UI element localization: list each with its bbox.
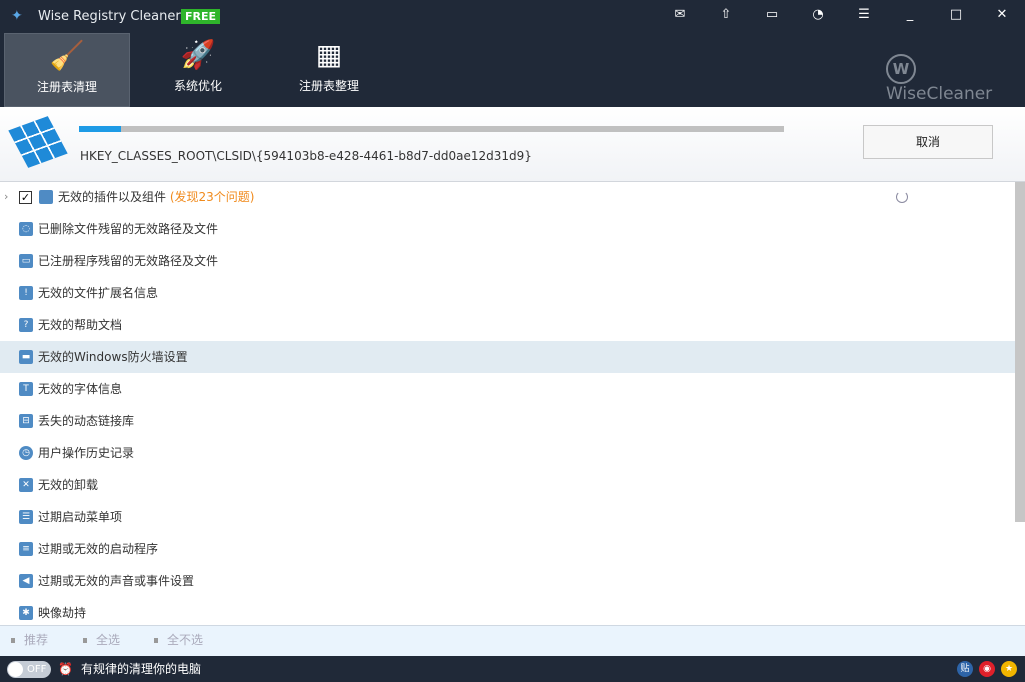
list-item[interactable]: › ✓ 无效的插件以及组件 (发现23个问题) [0, 181, 1015, 213]
action-bar: 推荐 全选 全不选 [0, 625, 1025, 656]
list-item-label: 过期或无效的声音或事件设置 [38, 574, 195, 588]
expand-icon[interactable]: › [4, 181, 8, 213]
bullet-icon [11, 638, 15, 643]
list-item[interactable]: ✕ 无效的卸载 [0, 469, 1015, 501]
list-item-label: 用户操作历史记录 [38, 446, 135, 460]
list-item[interactable]: ◀ 过期或无效的声音或事件设置 [0, 565, 1015, 597]
deleted-file-icon: ◌ [19, 222, 33, 236]
scrollbar[interactable] [1015, 182, 1025, 522]
feedback-icon[interactable]: ▭ [757, 4, 787, 26]
scan-panel: HKEY_CLASSES_ROOT\CLSID\{594103b8-e428-4… [0, 107, 1025, 182]
select-none-link[interactable]: 全不选 [167, 626, 203, 654]
list-item-label: 无效的帮助文档 [38, 318, 123, 332]
current-path: HKEY_CLASSES_ROOT\CLSID\{594103b8-e428-4… [80, 149, 532, 163]
skin-icon[interactable]: ◔ [803, 4, 833, 26]
startup-icon: ≡ [19, 542, 33, 556]
free-badge: FREE [181, 9, 221, 24]
close-icon[interactable]: ✕ [987, 4, 1017, 26]
recommend-link[interactable]: 推荐 [24, 626, 48, 654]
status-bar: OFF ⏰ 有规律的清理你的电脑 贴 ◉ ★ [0, 656, 1025, 682]
list-item-label: 无效的文件扩展名信息 [38, 286, 159, 300]
dll-icon: ⊟ [19, 414, 33, 428]
rocket-icon: 🚀 [180, 38, 216, 71]
bullet-icon [154, 638, 158, 643]
list-item-label: 无效的Windows防火墙设置 [38, 350, 188, 364]
star-icon[interactable]: ★ [1001, 661, 1017, 677]
checkbox[interactable]: ✓ [19, 191, 32, 204]
uninstall-icon: ✕ [19, 478, 33, 492]
list-item[interactable]: ◷ 用户操作历史记录 [0, 437, 1015, 469]
font-icon: T [19, 382, 33, 396]
tieba-icon[interactable]: 贴 [957, 661, 973, 677]
file-extension-icon: ! [19, 286, 33, 300]
list-item-label: 过期启动菜单项 [38, 510, 123, 524]
scan-progress-bar [79, 126, 784, 132]
tab-system-optimize[interactable]: 🚀 系统优化 [135, 33, 261, 107]
list-item[interactable]: ! 无效的文件扩展名信息 [0, 277, 1015, 309]
list-item[interactable]: T 无效的字体信息 [0, 373, 1015, 405]
schedule-toggle[interactable]: OFF [7, 661, 51, 678]
help-file-icon: ? [19, 318, 33, 332]
list-item-label: 无效的字体信息 [38, 382, 123, 396]
list-item[interactable]: ✱ 映像劫持 [0, 597, 1015, 625]
select-all-link[interactable]: 全选 [96, 626, 120, 654]
defrag-icon: ▦ [315, 38, 343, 71]
app-title: Wise Registry Cleaner X [38, 9, 194, 24]
progress-fill [79, 126, 122, 132]
list-item[interactable]: ▬ 无效的Windows防火墙设置 [0, 341, 1015, 373]
mail-icon[interactable]: ✉ [665, 4, 695, 26]
list-item[interactable]: ≡ 过期或无效的启动程序 [0, 533, 1015, 565]
bug-icon: ✱ [19, 606, 33, 620]
broom-icon: 🧹 [49, 39, 85, 72]
schedule-label: 有规律的清理你的电脑 [81, 662, 202, 676]
start-menu-icon: ☰ [19, 510, 33, 524]
list-item-label: 无效的卸载 [38, 478, 99, 492]
weibo-icon[interactable]: ◉ [979, 661, 995, 677]
list-item[interactable]: ☰ 过期启动菜单项 [0, 501, 1015, 533]
minimize-icon[interactable]: _ [895, 4, 925, 26]
title-bar: ✦ Wise Registry Cleaner X FREE ✉ ⇧ ▭ ◔ ☰… [0, 0, 1025, 107]
list-item-label: 丢失的动态链接库 [38, 414, 135, 428]
list-item-label: 已注册程序残留的无效路径及文件 [38, 254, 219, 268]
maximize-icon[interactable]: □ [941, 4, 971, 26]
tab-registry-defrag[interactable]: ▦ 注册表整理 [266, 33, 392, 107]
issue-count: (发现23个问题) [169, 190, 255, 204]
list-item[interactable]: ⊟ 丢失的动态链接库 [0, 405, 1015, 437]
brand-logo: WWiseCleaner [886, 54, 1025, 104]
list-item[interactable]: ◌ 已删除文件残留的无效路径及文件 [0, 213, 1015, 245]
registry-cube-icon [8, 116, 68, 168]
sound-icon: ◀ [19, 574, 33, 588]
upgrade-icon[interactable]: ⇧ [711, 4, 741, 26]
firewall-icon: ▬ [19, 350, 33, 364]
list-item-label: 映像劫持 [38, 606, 87, 620]
cancel-button[interactable]: 取消 [863, 125, 993, 159]
category-list: › ✓ 无效的插件以及组件 (发现23个问题) ◌ 已删除文件残留的无效路径及文件… [0, 181, 1015, 625]
list-item[interactable]: ▭ 已注册程序残留的无效路径及文件 [0, 245, 1015, 277]
bullet-icon [83, 638, 87, 643]
plugin-icon [39, 190, 53, 204]
history-icon: ◷ [19, 446, 33, 460]
app-logo-icon: ✦ [11, 8, 23, 24]
tab-registry-clean[interactable]: 🧹 注册表清理 [4, 33, 130, 107]
list-item[interactable]: ? 无效的帮助文档 [0, 309, 1015, 341]
alarm-icon: ⏰ [58, 662, 73, 676]
loading-spinner-icon [896, 191, 908, 203]
list-item-label: 已删除文件残留的无效路径及文件 [38, 222, 219, 236]
list-item-label: 过期或无效的启动程序 [38, 542, 159, 556]
menu-icon[interactable]: ☰ [849, 4, 879, 26]
program-icon: ▭ [19, 254, 33, 268]
